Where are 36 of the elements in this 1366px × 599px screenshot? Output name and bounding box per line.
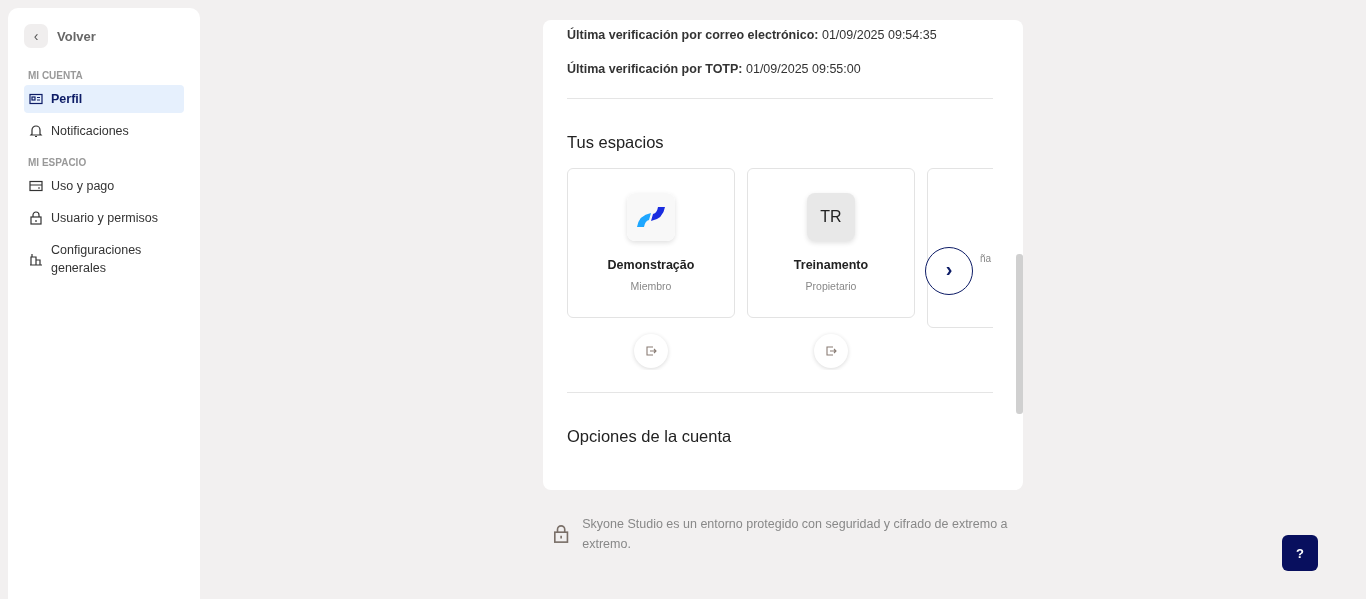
space-name: ña [980,253,992,264]
back-button[interactable]: ‹ [24,24,48,48]
space-card[interactable]: TR Treinamento Propietario [747,168,915,318]
section-heading: Opciones de la cuenta [567,427,733,446]
back-label[interactable]: Volver [57,28,96,44]
space-name: Treinamento [793,258,869,272]
space-name: Demonstração [607,258,695,272]
verification-text: Última verificación por correo electrónico: 01/09/2025 09:54:35 [567,28,938,42]
space-role: Propietario [805,280,857,292]
section-title: MI ESPACIO [28,157,88,168]
lock-icon [553,524,570,544]
logo-icon [627,193,675,241]
card-icon [29,179,43,193]
sidebar-item[interactable]: Notificaciones [24,117,184,145]
exit-icon [825,345,837,357]
lock-icon [29,211,43,225]
space-role: Miembro [630,280,672,292]
space-card[interactable]: Demonstração Miembro [567,168,735,318]
sidebar-item[interactable]: Configuraciones generales [24,236,184,282]
space-avatar: TR [807,193,855,241]
security-note: Skyone Studio es un entorno protegido con seguridad y cifrado de extremo a extremo. [582,516,1009,553]
building-icon [29,252,43,266]
bell-icon [29,124,43,138]
leave-button[interactable] [814,334,848,368]
profile-icon [29,92,43,106]
sidebar-item[interactable]: Perfil [24,85,184,113]
verification-text: Última verificación por TOTP: 01/09/2025 09:55:00 [567,62,862,76]
scrollbar[interactable] [1016,254,1023,414]
section-heading: Tus espacios [567,133,665,152]
section-title: MI CUENTA [28,70,84,81]
sidebar-item[interactable]: Uso y pago [24,172,184,200]
sidebar-item[interactable]: Usuario y permisos [24,204,184,232]
help-button[interactable]: ? [1282,535,1318,571]
next-button[interactable]: › [925,247,973,295]
exit-icon [645,345,657,357]
leave-button[interactable] [634,334,668,368]
